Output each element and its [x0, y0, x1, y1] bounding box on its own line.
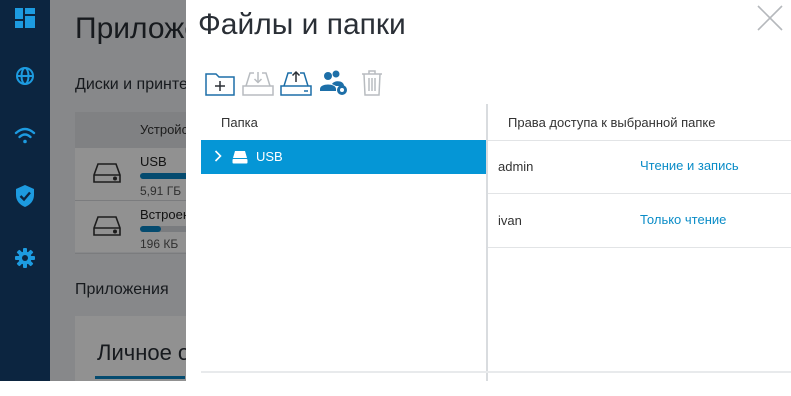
toolbar [201, 67, 391, 99]
new-folder-icon[interactable] [201, 67, 239, 99]
dialog-bottom-border [201, 371, 791, 373]
side-nav [0, 0, 50, 381]
permission-access-link[interactable]: Чтение и запись [640, 158, 739, 173]
chevron-right-icon[interactable] [214, 150, 222, 165]
permission-user: admin [498, 159, 534, 174]
users-settings-icon[interactable] [315, 67, 353, 99]
globe-icon[interactable] [0, 56, 50, 96]
trash-icon[interactable] [353, 67, 391, 99]
permission-access-link[interactable]: Только чтение [640, 212, 726, 227]
permissions-header-label: Права доступа к выбранной папке [508, 115, 716, 130]
permission-row: admin Чтение и запись [488, 140, 791, 194]
dialog-title: Файлы и папки [198, 8, 406, 41]
folder-item-usb[interactable]: USB [201, 140, 486, 174]
download-icon[interactable] [239, 67, 277, 99]
folder-name: USB [256, 149, 283, 164]
close-icon[interactable] [756, 4, 784, 32]
folders-panel: Папка USB [201, 104, 486, 381]
shield-check-icon[interactable] [0, 176, 50, 216]
dashboard-icon[interactable] [0, 0, 50, 38]
files-folders-dialog: Файлы и папки Папка USB Права доступа к … [186, 0, 791, 381]
folders-header: Папка [201, 104, 486, 141]
folders-header-label: Папка [221, 115, 258, 130]
permission-row: ivan Только чтение [488, 194, 791, 248]
permissions-panel: Права доступа к выбранной папке admin Чт… [488, 104, 791, 381]
permissions-header: Права доступа к выбранной папке [488, 104, 791, 141]
drive-icon [232, 150, 248, 167]
gear-icon[interactable] [0, 238, 50, 278]
upload-icon[interactable] [277, 67, 315, 99]
wifi-icon[interactable] [0, 116, 50, 156]
permission-user: ivan [498, 213, 522, 228]
